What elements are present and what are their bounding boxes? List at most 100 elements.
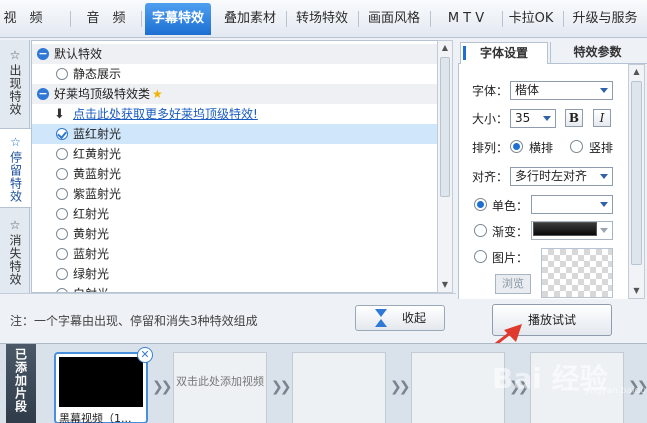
tab-upgrade-service[interactable]: 升级与服务 <box>566 4 644 34</box>
scroll-down-icon[interactable]: ▼ <box>629 284 644 298</box>
italic-button[interactable]: I <box>593 109 611 127</box>
effect-radio[interactable] <box>56 168 68 180</box>
effect-radio[interactable] <box>56 148 68 160</box>
effect-label: 黄射光 <box>73 227 110 241</box>
tab-divider <box>358 11 359 27</box>
effect-label: 静态展示 <box>73 67 122 81</box>
solid-color-radio[interactable] <box>474 198 487 211</box>
tab-picture-style[interactable]: 画面风格 <box>360 4 428 34</box>
tab-mtv[interactable]: M T V <box>432 4 500 34</box>
chevron-down-icon <box>600 202 608 207</box>
add-clip-slot[interactable]: 双击此处添加视频 <box>173 352 267 423</box>
top-tab-bar: 视 频 音 频 字幕特效 叠加素材 转场特效 画面风格 M T V 卡拉OK 升… <box>0 0 647 38</box>
download-icon: ⬇ <box>54 107 65 122</box>
list-item-effect[interactable]: 红黄射光 <box>32 144 437 164</box>
added-clips-text: 已添加片段 <box>13 348 28 413</box>
group-hollywood[interactable]: − 好莱坞顶级特效类 ★ <box>32 84 437 104</box>
settings-scrollbar[interactable]: ▲ ▼ <box>628 64 645 299</box>
tab-divider <box>141 11 142 27</box>
clip-thumbnail[interactable]: 黑幕视频（1... <box>54 352 148 423</box>
pin-icon: ☆ <box>9 48 21 62</box>
scrollbar-thumb[interactable] <box>440 57 450 197</box>
tab-font-settings[interactable]: 字体设置 <box>460 42 548 65</box>
solid-color-select[interactable] <box>531 195 613 214</box>
group-label-text: 好莱坞顶级特效类 <box>54 87 151 101</box>
picture-radio[interactable] <box>474 250 487 263</box>
tab-subtitle-effects[interactable]: 字幕特效 <box>145 3 211 35</box>
tab-video[interactable]: 视 频 <box>2 4 44 34</box>
gradient-radio[interactable] <box>474 224 487 237</box>
pin-icon: ☆ <box>10 135 21 149</box>
list-item-static-show[interactable]: 静态展示 <box>32 64 437 84</box>
tab-label: 字体设置 <box>479 46 528 60</box>
effect-radio[interactable] <box>56 248 68 260</box>
scroll-up-icon[interactable]: ▲ <box>629 65 644 79</box>
font-select[interactable]: 楷体 <box>510 81 613 100</box>
tab-karaoke[interactable]: 卡拉OK <box>502 4 560 34</box>
side-tab-label: 出现特效 <box>8 64 22 116</box>
chevron-down-icon <box>543 116 551 121</box>
tab-audio[interactable]: 音 频 <box>76 4 136 34</box>
settings-panel: 字体设置 特效参数 字体： 楷体 大小： 35 B I 排列： 横排 竖排 对齐… <box>458 40 647 343</box>
active-tab-marker <box>463 46 466 60</box>
group-label: 默认特效 <box>54 47 103 61</box>
collapse-group-icon[interactable]: − <box>37 48 49 60</box>
effect-label: 绿射光 <box>73 267 110 281</box>
effect-label: 黄蓝射光 <box>73 167 122 181</box>
effect-radio[interactable] <box>56 268 68 280</box>
watermark-url: jingyan.baidu.com <box>585 386 647 396</box>
group-label: 好莱坞顶级特效类 ★ <box>54 84 163 104</box>
clip-preview <box>59 357 143 407</box>
tab-overlay-materials[interactable]: 叠加素材 <box>216 4 284 34</box>
bold-button[interactable]: B <box>565 109 583 127</box>
list-item-effect[interactable]: 蓝红射光 <box>32 124 437 144</box>
list-item-effect[interactable]: 黄蓝射光 <box>32 164 437 184</box>
add-clip-hint: 双击此处添加视频 <box>176 375 264 388</box>
collapse-group-icon[interactable]: − <box>37 88 49 100</box>
group-default[interactable]: − 默认特效 <box>32 44 437 64</box>
effect-radio[interactable] <box>56 228 68 240</box>
scroll-down-icon[interactable]: ▼ <box>438 278 452 292</box>
list-item-effect[interactable]: 蓝射光 <box>32 244 437 264</box>
close-icon[interactable]: ✕ <box>137 347 153 363</box>
horizontal-radio[interactable] <box>510 140 523 153</box>
browse-button[interactable]: 浏览 <box>495 274 531 294</box>
star-icon: ★ <box>152 87 163 101</box>
effect-radio[interactable] <box>56 208 68 220</box>
list-item-effect[interactable]: 红射光 <box>32 204 437 224</box>
list-item-effect[interactable]: 黄射光 <box>32 224 437 244</box>
empty-clip-slot[interactable] <box>411 352 505 423</box>
empty-clip-slot[interactable] <box>292 352 386 423</box>
collapse-button[interactable]: 收起 <box>355 305 445 331</box>
tab-transition-effects[interactable]: 转场特效 <box>288 4 356 34</box>
list-item-effect[interactable]: 白射光 <box>32 284 437 292</box>
effect-list-scrollbar[interactable]: ▲ ▼ <box>437 40 453 293</box>
effect-label: 红射光 <box>73 207 110 221</box>
solid-color-label: 单色： <box>492 199 529 213</box>
chevron-down-icon <box>600 88 608 93</box>
tab-effect-params[interactable]: 特效参数 <box>550 42 644 64</box>
effect-radio[interactable] <box>56 128 68 140</box>
size-select[interactable]: 35 <box>510 109 556 128</box>
collapse-button-label: 收起 <box>401 311 426 325</box>
download-more-link[interactable]: 点击此处获取更多好莱坞顶级特效! <box>73 104 258 124</box>
effect-radio[interactable] <box>56 188 68 200</box>
side-tab-stay[interactable]: ☆ 停留特效 <box>0 128 31 208</box>
scrollbar-thumb[interactable] <box>631 81 642 265</box>
effect-radio[interactable] <box>56 68 68 80</box>
arrange-label: 排列： <box>472 141 509 155</box>
collapse-icon <box>374 309 388 327</box>
settings-tabs: 字体设置 特效参数 <box>458 40 647 65</box>
chevron-right-icon: ❯❯ <box>390 379 411 395</box>
vertical-radio[interactable] <box>570 140 583 153</box>
size-select-value: 35 <box>515 111 531 125</box>
align-select[interactable]: 多行时左对齐 <box>510 167 613 186</box>
list-item-effect[interactable]: 紫蓝射光 <box>32 184 437 204</box>
list-item-effect[interactable]: 绿射光 <box>32 264 437 284</box>
effect-label: 白射光 <box>73 284 109 292</box>
side-tab-vanish[interactable]: ☆ 消失特效 <box>0 218 30 286</box>
side-tab-appear[interactable]: ☆ 出现特效 <box>0 48 30 116</box>
vertical-label: 竖排 <box>589 141 614 155</box>
download-more-row[interactable]: ⬇ 点击此处获取更多好莱坞顶级特效! <box>32 104 437 124</box>
scroll-up-icon[interactable]: ▲ <box>438 41 452 55</box>
